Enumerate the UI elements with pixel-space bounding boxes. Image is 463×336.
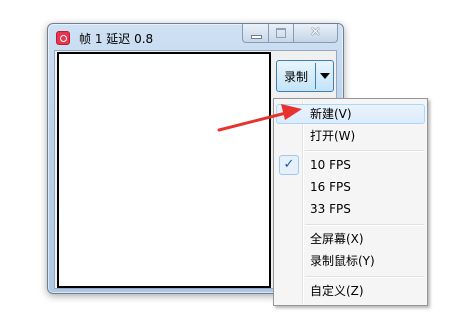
window-title: 帧 1 延迟 0.8	[79, 32, 154, 46]
menu-item-10fps[interactable]: ✓ 10 FPS	[276, 155, 425, 175]
menu-item-label: 新建(V)	[310, 107, 352, 121]
close-icon: ✕	[310, 25, 321, 40]
menu-item-label: 10 FPS	[310, 158, 351, 172]
app-icon[interactable]	[56, 31, 70, 45]
menu-item-16fps[interactable]: 16 FPS	[276, 177, 425, 197]
record-split-button[interactable]: 录制	[276, 60, 334, 92]
menu-item-33fps[interactable]: 33 FPS	[276, 199, 425, 219]
menu-item-label: 打开(W)	[310, 129, 356, 143]
menu-separator	[305, 276, 424, 278]
dropdown-arrow-icon[interactable]	[316, 61, 333, 91]
menu-item-new[interactable]: 新建(V)	[276, 104, 425, 124]
menu-item-label: 自定义(Z)	[310, 284, 364, 298]
minimize-button[interactable]	[242, 24, 269, 43]
capture-frame[interactable]	[57, 52, 271, 288]
menu-item-label: 录制鼠标(Y)	[310, 254, 375, 268]
record-dropdown-menu: 新建(V) 打开(W) ✓ 10 FPS 16 FPS 33 FPS 全屏幕(X…	[273, 98, 428, 306]
caption-buttons: ✕	[242, 24, 338, 43]
menu-item-label: 16 FPS	[310, 180, 351, 194]
menu-item-custom[interactable]: 自定义(Z)	[276, 281, 425, 301]
menu-item-record-mouse[interactable]: 录制鼠标(Y)	[276, 251, 425, 271]
menu-item-open[interactable]: 打开(W)	[276, 126, 425, 146]
menu-item-label: 33 FPS	[310, 202, 351, 216]
close-button[interactable]: ✕	[294, 24, 338, 43]
record-button[interactable]: 录制	[277, 61, 315, 91]
menu-separator	[305, 224, 424, 226]
menu-separator	[305, 150, 424, 152]
menu-item-fullscreen[interactable]: 全屏幕(X)	[276, 229, 425, 249]
checkmark-icon: ✓	[279, 155, 299, 175]
maximize-button[interactable]	[269, 24, 294, 43]
record-button-label: 录制	[283, 69, 308, 84]
menu-item-label: 全屏幕(X)	[310, 232, 364, 246]
